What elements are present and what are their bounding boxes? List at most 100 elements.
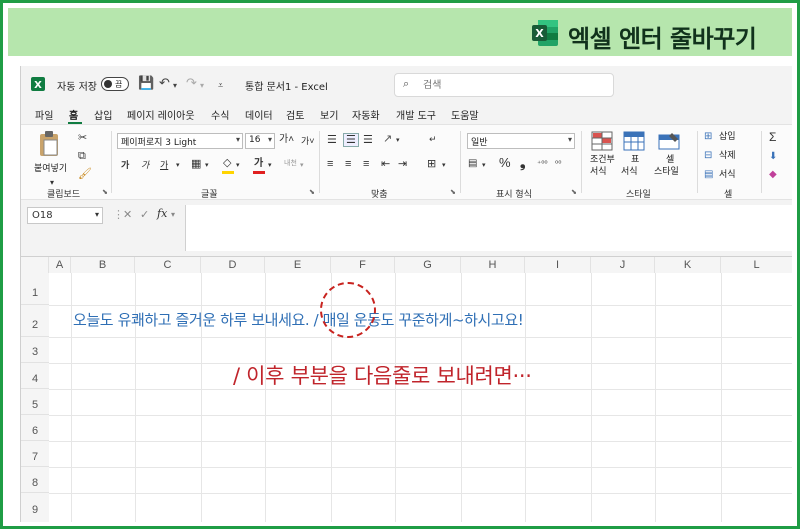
phonetic-dropdown-icon[interactable]: ▾	[300, 160, 304, 172]
column-header-l[interactable]: L	[721, 257, 792, 273]
align-right-icon[interactable]: ≡	[363, 158, 369, 170]
row-header-4[interactable]: 4	[21, 363, 49, 389]
font-launcher-icon[interactable]: ⬊	[309, 188, 315, 196]
save-icon[interactable]: 💾	[138, 76, 154, 90]
column-header-a[interactable]: A	[49, 257, 71, 273]
column-header-j[interactable]: J	[591, 257, 655, 273]
border-icon[interactable]: ▦	[191, 158, 201, 170]
paste-label[interactable]: 붙여넣기	[34, 164, 67, 175]
row-header-7[interactable]: 7	[21, 441, 49, 467]
row-header-5[interactable]: 5	[21, 389, 49, 415]
format-as-table-label[interactable]: 표	[631, 155, 639, 166]
enter-icon[interactable]: ✓	[140, 208, 149, 221]
accounting-format-icon[interactable]: ▤	[468, 158, 477, 170]
autosum-icon[interactable]: Σ	[769, 131, 776, 143]
fill-color-icon[interactable]: ◇	[223, 157, 231, 169]
row-header-9[interactable]: 9	[21, 493, 49, 522]
increase-indent-icon[interactable]: ⇥	[398, 158, 407, 170]
tab-view[interactable]: 보기	[320, 107, 338, 122]
format-cells-icon[interactable]: ▤	[704, 169, 713, 181]
delete-cells-icon[interactable]: ⊟	[704, 150, 712, 162]
formula-input[interactable]	[185, 205, 792, 251]
conditional-formatting-label[interactable]: 조건부	[590, 155, 615, 166]
column-header-i[interactable]: I	[525, 257, 591, 273]
align-top-icon[interactable]: ☰	[327, 134, 337, 146]
italic-icon[interactable]: 가	[141, 159, 149, 171]
underline-icon[interactable]: 가	[160, 159, 168, 171]
number-format-select[interactable]: 일반 ▾	[467, 133, 575, 149]
row-header-1[interactable]: 1	[21, 273, 49, 305]
format-painter-icon[interactable]: 🖌	[78, 168, 92, 180]
conditional-formatting-icon[interactable]	[591, 131, 613, 151]
column-header-f[interactable]: F	[331, 257, 395, 273]
merge-center-icon[interactable]: ⊞	[427, 158, 436, 170]
paste-icon[interactable]	[37, 130, 61, 158]
decrease-indent-icon[interactable]: ⇤	[381, 158, 390, 170]
row-header-8[interactable]: 8	[21, 467, 49, 493]
delete-cells-label[interactable]: 삭제	[719, 151, 736, 162]
cell-styles-icon[interactable]	[658, 131, 680, 151]
clipboard-launcher-icon[interactable]: ⬊	[102, 188, 108, 196]
tab-data[interactable]: 데이터	[245, 107, 273, 122]
tab-automate[interactable]: 자동화	[352, 107, 380, 122]
alignment-launcher-icon[interactable]: ⬊	[450, 188, 456, 196]
autosave-toggle[interactable]: 끔	[101, 77, 129, 91]
column-header-h[interactable]: H	[461, 257, 525, 273]
format-as-table-icon[interactable]	[623, 131, 645, 151]
shrink-font-icon[interactable]: 가˅	[301, 135, 315, 147]
redo-dropdown-icon[interactable]: ▾	[200, 79, 204, 93]
font-size-select[interactable]: 16 ▾	[245, 133, 275, 149]
font-color-dropdown-icon[interactable]: ▾	[268, 160, 272, 172]
insert-function-icon[interactable]: fx	[157, 207, 167, 220]
increase-decimal-icon[interactable]: ⁺⁰⁰	[537, 158, 548, 170]
tab-help[interactable]: 도움말	[451, 107, 479, 122]
underline-dropdown-icon[interactable]: ▾	[176, 160, 180, 172]
column-header-b[interactable]: B	[71, 257, 135, 273]
phonetic-icon[interactable]: 내천	[284, 158, 297, 170]
bold-icon[interactable]: 가	[121, 159, 129, 171]
fill-dropdown-icon[interactable]: ▾	[236, 160, 240, 172]
row-header-2[interactable]: 2	[21, 305, 49, 337]
grow-font-icon[interactable]: 가˄	[279, 134, 294, 146]
comma-style-icon[interactable]: ❟	[520, 155, 526, 169]
name-box[interactable]: O18 ▾	[27, 207, 103, 224]
undo-icon[interactable]: ↶	[159, 76, 170, 90]
align-bottom-icon[interactable]: ☰	[363, 134, 373, 146]
cell-styles-label2[interactable]: 스타일	[654, 167, 679, 178]
customize-qat-icon[interactable]: ⩡	[218, 78, 223, 92]
wrap-text-icon[interactable]: ↵	[429, 133, 437, 145]
redo-icon[interactable]: ↷	[186, 76, 197, 90]
fill-icon[interactable]: ⬇	[769, 151, 777, 163]
tab-page-layout[interactable]: 페이지 레이아웃	[127, 107, 195, 122]
cancel-icon[interactable]: ✕	[123, 208, 132, 221]
percent-icon[interactable]: %	[499, 156, 511, 169]
tab-developer[interactable]: 개발 도구	[396, 107, 436, 122]
column-header-k[interactable]: K	[655, 257, 721, 273]
decrease-decimal-icon[interactable]: ⁰⁰	[555, 158, 561, 170]
column-header-d[interactable]: D	[201, 257, 265, 273]
search-input[interactable]	[423, 78, 603, 92]
column-header-g[interactable]: G	[395, 257, 461, 273]
tab-formulas[interactable]: 수식	[211, 107, 229, 122]
insert-cells-label[interactable]: 삽입	[719, 132, 736, 143]
undo-dropdown-icon[interactable]: ▾	[173, 79, 177, 93]
merge-dropdown-icon[interactable]: ▾	[442, 160, 446, 172]
conditional-formatting-label2[interactable]: 서식	[590, 167, 607, 178]
column-header-e[interactable]: E	[265, 257, 331, 273]
cell-b2-text[interactable]: 오늘도 유쾌하고 즐거운 하루 보내세요. / 매일 운동도 꾸준하게~하시고요…	[73, 309, 524, 330]
row-header-6[interactable]: 6	[21, 415, 49, 441]
number-launcher-icon[interactable]: ⬊	[571, 188, 577, 196]
cut-icon[interactable]: ✂	[78, 132, 87, 144]
format-cells-label[interactable]: 서식	[719, 170, 736, 181]
row-header-3[interactable]: 3	[21, 337, 49, 363]
clear-icon[interactable]: ◆	[769, 169, 777, 181]
tab-insert[interactable]: 삽입	[94, 107, 112, 122]
cell-styles-label[interactable]: 셀	[666, 155, 674, 166]
align-center-icon[interactable]: ≡	[345, 158, 351, 170]
align-middle-icon[interactable]: ☰	[343, 133, 359, 147]
border-dropdown-icon[interactable]: ▾	[205, 160, 209, 172]
orientation-icon[interactable]: ↗	[383, 133, 392, 145]
accounting-dropdown-icon[interactable]: ▾	[482, 160, 486, 172]
font-color-icon[interactable]: 가	[254, 158, 263, 170]
column-header-c[interactable]: C	[135, 257, 201, 273]
